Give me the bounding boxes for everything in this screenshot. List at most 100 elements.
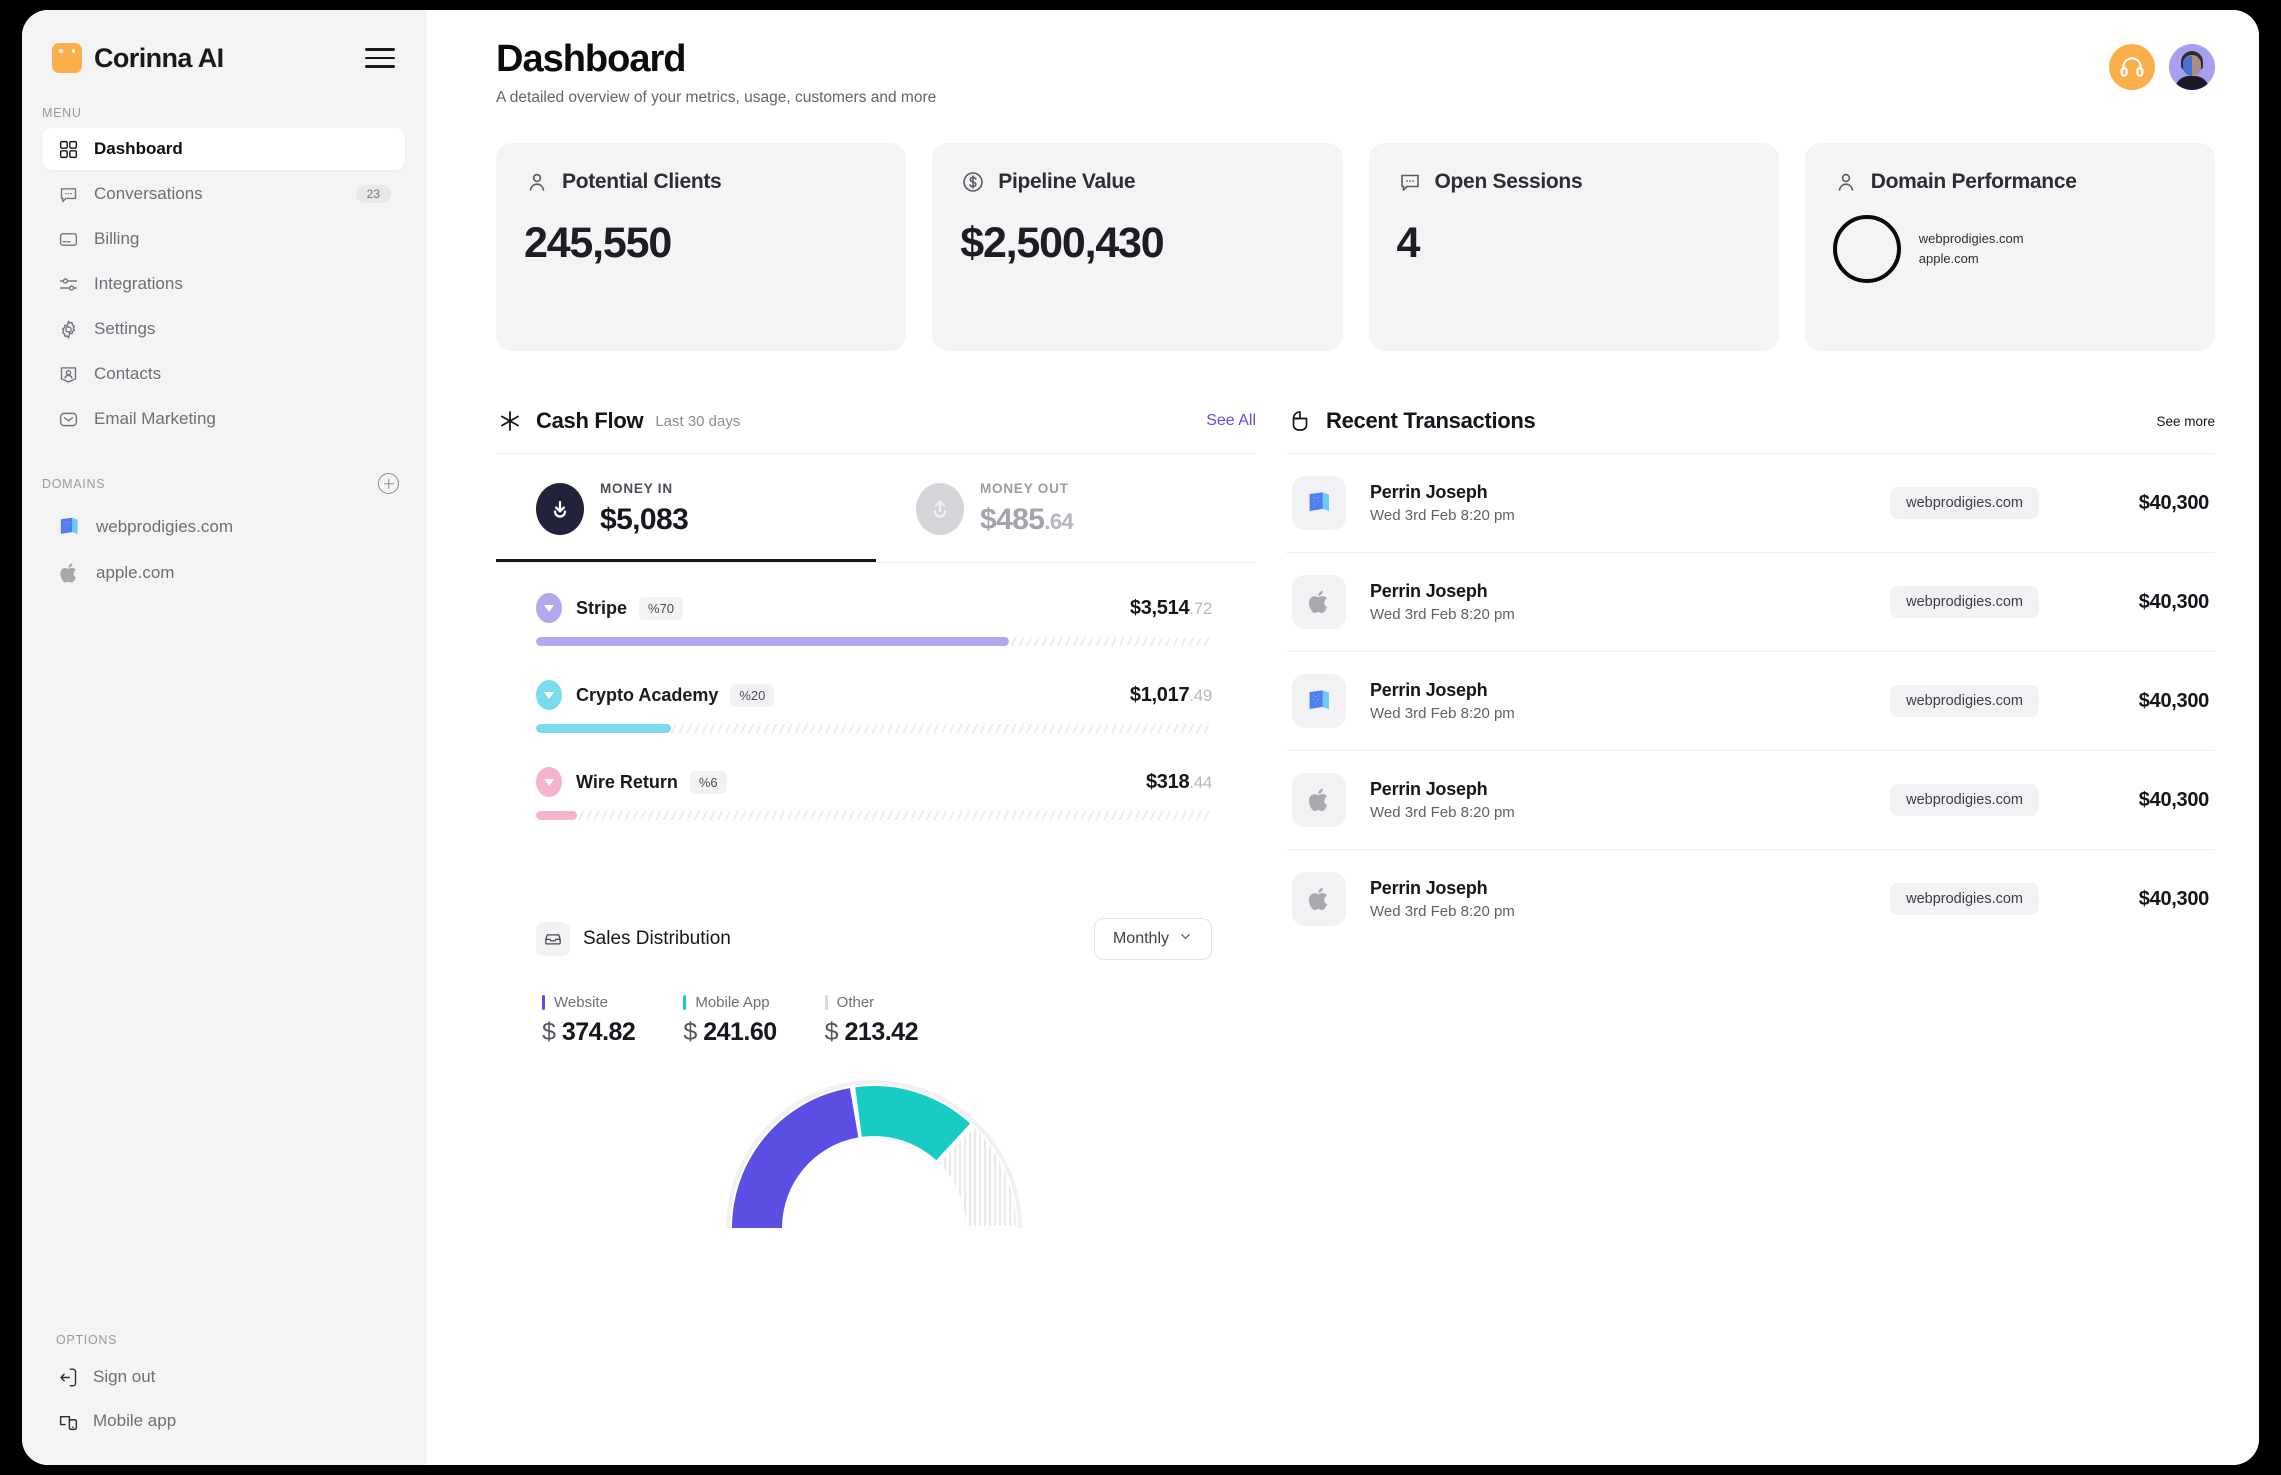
money-amount-main: $485 [980, 503, 1045, 536]
stat-label: Potential Clients [562, 170, 722, 193]
source-top-row: Stripe %70 $3,514.72 [536, 593, 1212, 623]
dollar-circle-icon [960, 169, 986, 195]
envelope-icon [56, 407, 80, 431]
transaction-date: Wed 3rd Feb 8:20 pm [1370, 705, 1515, 722]
source-name: Wire Return [576, 771, 678, 792]
gauge-svg [726, 1080, 1022, 1229]
gear-icon [56, 317, 80, 341]
domain-item-label: webprodigies.com [96, 517, 234, 536]
transaction-row[interactable]: Perrin Joseph Wed 3rd Feb 8:20 pm webprodi… [1286, 454, 2215, 553]
money-tabs: MONEY IN $5,083 MONEY OUT $485.64 [496, 454, 1256, 562]
sliders-icon [56, 272, 80, 296]
source-amount-main: $1,017 [1129, 683, 1190, 706]
domain-item-apple-com[interactable]: apple.com [42, 552, 405, 594]
legend-amount: 374.82 [561, 1018, 636, 1046]
transactions-title: Recent Transactions [1326, 408, 1536, 433]
transaction-row[interactable]: Perrin Joseph Wed 3rd Feb 8:20 pm webprodi… [1286, 652, 2215, 751]
transaction-date: Wed 3rd Feb 8:20 pm [1370, 903, 1515, 920]
apple-icon [1292, 773, 1346, 827]
sidebar-item-integrations[interactable]: Integrations [42, 263, 405, 305]
page-subtitle: A detailed overview of your metrics, usa… [496, 89, 937, 106]
performance-legend: webprodigies.com apple.com [1919, 229, 2024, 269]
performance-legend-item: apple.com [1918, 251, 1979, 266]
main-content: Dashboard A detailed overview of your me… [426, 10, 2259, 1465]
user-avatar[interactable] [2169, 44, 2215, 90]
option-item-sign-out[interactable]: Sign out [22, 1355, 425, 1399]
cash-flow-source-stripe: Stripe %70 $3,514.72 [536, 593, 1212, 646]
stat-header: Open Sessions [1397, 169, 1751, 195]
options-section-label: OPTIONS [56, 1333, 118, 1347]
source-progress-track [536, 637, 1212, 646]
sidebar-item-settings[interactable]: Settings [42, 308, 405, 350]
period-select-value: Monthly [1112, 930, 1169, 947]
transaction-domain-tag: webprodigies.com [1890, 685, 2039, 717]
sales-legend-website: Website $ 374.82 [542, 994, 636, 1047]
apple-icon [56, 560, 82, 586]
cash-flow-sources: Stripe %70 $3,514.72 Crypto Academy %20 $1,01… [496, 563, 1256, 864]
money-caption: MONEY OUT [980, 481, 1069, 496]
hamburger-icon[interactable] [365, 48, 395, 68]
stat-card-open-sessions: Open Sessions 4 [1368, 143, 1779, 351]
source-amount-decimals: .49 [1189, 685, 1212, 705]
sidebar-item-dashboard[interactable]: Dashboard [42, 128, 405, 170]
legend-label: Mobile App [695, 994, 770, 1011]
asterisk-icon [496, 407, 524, 435]
transaction-name: Perrin Joseph [1370, 779, 1488, 799]
period-select[interactable]: Monthly [1093, 918, 1212, 960]
stat-value: 4 [1396, 219, 1421, 267]
sales-distribution-panel: Sales Distribution Monthly Website $ 374.… [496, 864, 1256, 1243]
topbar: Dashboard A detailed overview of your me… [426, 10, 2259, 107]
source-amount-decimals: .72 [1189, 598, 1212, 618]
sidebar-item-billing[interactable]: Billing [42, 218, 405, 260]
apple-icon [1292, 872, 1346, 926]
option-item-mobile-app[interactable]: Mobile app [22, 1399, 425, 1443]
domain-item-webprodigies-com[interactable]: webprodigies.com [42, 506, 405, 548]
sales-distribution-title: Sales Distribution [583, 928, 731, 949]
conversations-badge: 23 [355, 185, 391, 203]
legend-value: $ 213.42 [825, 1018, 919, 1047]
sidebar-item-label: Dashboard [94, 139, 183, 158]
legend-name-row: Website [542, 994, 635, 1011]
legend-value: $ 241.60 [683, 1018, 777, 1047]
sign-out-icon [56, 1365, 80, 1389]
sales-legend: Website $ 374.82 Mobile App $ 241.60 Other $ … [536, 994, 1212, 1047]
source-arrow-icon [536, 767, 562, 797]
transaction-name: Perrin Joseph [1370, 482, 1488, 502]
stat-label: Open Sessions [1434, 170, 1583, 193]
transaction-row[interactable]: Perrin Joseph Wed 3rd Feb 8:20 pm webprodi… [1286, 553, 2215, 652]
source-amount: $1,017.49 [1130, 684, 1212, 707]
transaction-domain-tag: webprodigies.com [1890, 586, 2039, 618]
money-tab-out[interactable]: MONEY OUT $485.64 [876, 454, 1256, 562]
plus-circle-icon[interactable] [378, 473, 399, 494]
sales-legend-other: Other $ 213.42 [824, 994, 919, 1047]
stat-label: Domain Performance [1870, 170, 2077, 193]
sidebar-item-contacts[interactable]: Contacts [42, 353, 405, 395]
source-amount-main: $318 [1145, 770, 1190, 793]
arrow-up-circle-icon [916, 482, 964, 535]
money-amount-decimals: .64 [1044, 509, 1074, 534]
nav-list: Dashboard Conversations 23 Billing Integrati… [22, 128, 425, 443]
source-arrow-icon [536, 593, 562, 623]
transaction-row[interactable]: Perrin Joseph Wed 3rd Feb 8:20 pm webprodi… [1286, 850, 2215, 948]
panels-row: Cash Flow Last 30 days See All MONEY IN $… [426, 351, 2259, 1243]
headphones-icon[interactable] [2109, 44, 2155, 90]
money-tab-in[interactable]: MONEY IN $5,083 [496, 454, 876, 562]
source-top-row: Crypto Academy %20 $1,017.49 [536, 680, 1212, 710]
transaction-row[interactable]: Perrin Joseph Wed 3rd Feb 8:20 pm webprodi… [1286, 751, 2215, 850]
money-amount: $485.64 [980, 503, 1074, 537]
transaction-date: Wed 3rd Feb 8:20 pm [1370, 606, 1515, 623]
cash-flow-source-wire-return: Wire Return %6 $318.44 [536, 767, 1212, 820]
legend-currency: $ [542, 1018, 556, 1046]
options-block: OPTIONS Sign out Mobile app [22, 1311, 425, 1465]
user-icon [524, 169, 550, 195]
transaction-amount: $40,300 [2138, 590, 2210, 613]
legend-value: $ 374.82 [542, 1018, 636, 1047]
source-progress-fill [536, 637, 1010, 646]
source-top-row: Wire Return %6 $318.44 [536, 767, 1212, 797]
see-all-link[interactable]: See All [1206, 412, 1256, 430]
see-more-link[interactable]: See more [2156, 414, 2215, 429]
cash-flow-panel: Cash Flow Last 30 days See All MONEY IN $… [496, 407, 1256, 1243]
sidebar-item-conversations[interactable]: Conversations 23 [42, 173, 405, 215]
chevron-down-icon [1178, 929, 1193, 949]
sidebar-item-email-marketing[interactable]: Email Marketing [42, 398, 405, 440]
